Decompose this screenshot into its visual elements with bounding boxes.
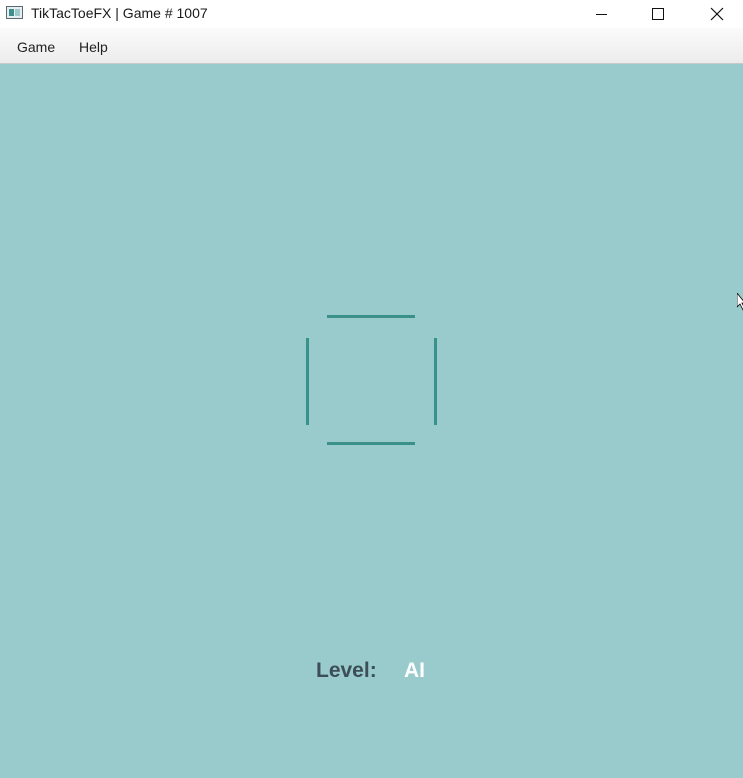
level-value[interactable]: AI — [404, 659, 425, 683]
app-window: TikTacToeFX | Game # 1007 Game Help Leve… — [0, 0, 743, 778]
maximize-icon — [652, 8, 664, 20]
board-line-top — [327, 315, 415, 318]
close-button[interactable] — [694, 0, 740, 28]
app-icon — [6, 6, 23, 19]
level-label: Level: — [316, 659, 377, 682]
menu-help[interactable]: Help — [79, 39, 108, 55]
board-line-left — [306, 338, 309, 425]
board-line-bottom — [327, 442, 415, 445]
menu-game[interactable]: Game — [17, 39, 55, 55]
board-line-right — [434, 338, 437, 425]
close-icon — [710, 7, 724, 21]
menu-bar: Game Help — [0, 28, 743, 64]
title-bar[interactable]: TikTacToeFX | Game # 1007 — [0, 0, 743, 28]
minimize-icon — [595, 13, 607, 15]
minimize-button[interactable] — [578, 0, 624, 28]
mouse-cursor-icon — [737, 293, 743, 311]
maximize-button[interactable] — [635, 0, 681, 28]
game-area: Level: AI — [0, 64, 743, 778]
window-title: TikTacToeFX | Game # 1007 — [31, 5, 208, 21]
